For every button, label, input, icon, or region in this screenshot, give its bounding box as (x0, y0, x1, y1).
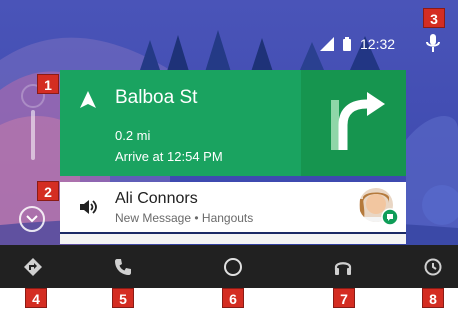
arrival-time: Arrive at 12:54 PM (115, 149, 223, 164)
street-name: Balboa St (115, 87, 198, 108)
next-card[interactable] (60, 234, 406, 244)
turn-panel (301, 70, 406, 176)
callout-badge: 5 (112, 288, 134, 308)
turn-distance: 0.2 mi (115, 128, 151, 143)
speaker-icon[interactable] (78, 197, 98, 217)
battery-icon (343, 37, 351, 51)
navigation-icon[interactable] (22, 256, 44, 278)
callout-badge: 7 (333, 288, 355, 308)
message-sender: Ali Connors (115, 190, 198, 207)
scroll-track[interactable] (31, 110, 35, 160)
avatar (359, 188, 398, 226)
callout-badge: 3 (423, 8, 445, 28)
recents-icon[interactable] (422, 256, 444, 278)
callout-badge: 2 (37, 181, 59, 201)
phone-icon[interactable] (112, 256, 134, 278)
message-card[interactable]: Ali Connors New Message • Hangouts (60, 182, 406, 232)
status-time: 12:32 (360, 36, 396, 52)
chevron-down-icon (26, 215, 38, 223)
callout-badge: 6 (222, 288, 244, 308)
bottom-navigation-bar (0, 245, 458, 288)
callout-badge: 8 (422, 288, 444, 308)
callout-badge: 1 (37, 74, 59, 94)
status-bar: 12:32 (320, 34, 395, 54)
android-auto-screen: 12:32 Balboa St 0.2 mi Arrive at 12:54 P… (0, 0, 458, 288)
home-icon[interactable] (222, 256, 244, 278)
turn-right-icon (331, 92, 385, 150)
navigation-arrow-icon (80, 91, 96, 108)
navigation-card[interactable]: Balboa St 0.2 mi Arrive at 12:54 PM (60, 70, 406, 176)
microphone-icon[interactable] (423, 32, 443, 56)
scroll-down-button[interactable] (19, 206, 45, 232)
callout-badge: 4 (25, 288, 47, 308)
signal-icon (320, 37, 334, 51)
message-subtitle: New Message • Hangouts (115, 211, 254, 225)
headphones-icon[interactable] (332, 256, 354, 278)
